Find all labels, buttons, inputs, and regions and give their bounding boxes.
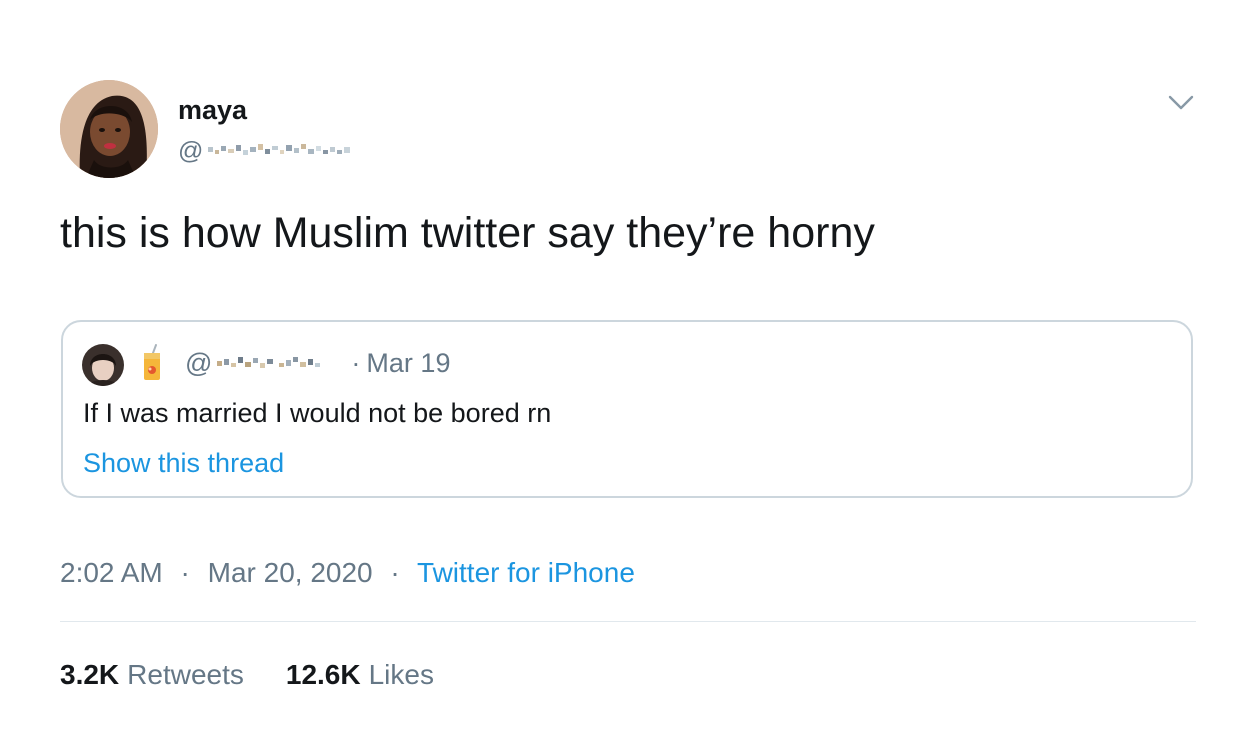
juice-box-emoji-icon bbox=[139, 344, 165, 382]
tweet-meta: 2:02 AM · Mar 20, 2020 · Twitter for iPh… bbox=[60, 556, 635, 590]
tweet-stats: 3.2K Retweets 12.6K Likes bbox=[60, 658, 434, 692]
quoted-handle-redaction-pixels bbox=[215, 346, 345, 380]
show-thread-link[interactable]: Show this thread bbox=[83, 446, 284, 480]
retweets-count: 3.2K bbox=[60, 659, 120, 690]
author-handle[interactable]: @ bbox=[178, 136, 356, 166]
quoted-date[interactable]: Mar 19 bbox=[366, 346, 450, 380]
tweet-card: maya @ this is how Muslim twitter say th… bbox=[0, 0, 1256, 740]
likes-stat[interactable]: 12.6K Likes bbox=[286, 658, 434, 692]
quoted-tweet-text: If I was married I would not be bored rn bbox=[83, 398, 552, 428]
likes-count: 12.6K bbox=[285, 659, 361, 690]
author-avatar[interactable] bbox=[60, 80, 158, 178]
meta-separator: · bbox=[180, 557, 190, 588]
quoted-handle-prefix: @ bbox=[185, 348, 213, 378]
tweet-source-link[interactable]: Twitter for iPhone bbox=[417, 557, 635, 588]
quoted-meta: @ · Mar 19 bbox=[185, 346, 450, 380]
author-handle-prefix: @ bbox=[178, 137, 204, 165]
retweets-stat[interactable]: 3.2K Retweets bbox=[60, 658, 244, 692]
author-name[interactable]: maya bbox=[178, 94, 247, 126]
handle-redaction-pixels bbox=[206, 136, 356, 166]
tweet-date[interactable]: Mar 20, 2020 bbox=[208, 557, 373, 588]
retweets-label: Retweets bbox=[127, 659, 244, 690]
likes-label: Likes bbox=[368, 659, 434, 690]
quoted-tweet[interactable]: @ · Mar 19 If I was married I would not … bbox=[61, 320, 1193, 498]
quoted-author-avatar bbox=[82, 344, 124, 386]
tweet-time[interactable]: 2:02 AM bbox=[60, 557, 163, 588]
chevron-down-icon[interactable] bbox=[1166, 90, 1196, 116]
meta-separator: · bbox=[390, 557, 400, 588]
tweet-text: this is how Muslim twitter say they’re h… bbox=[60, 209, 875, 257]
quoted-meta-separator: · bbox=[351, 348, 361, 378]
divider bbox=[60, 621, 1196, 622]
